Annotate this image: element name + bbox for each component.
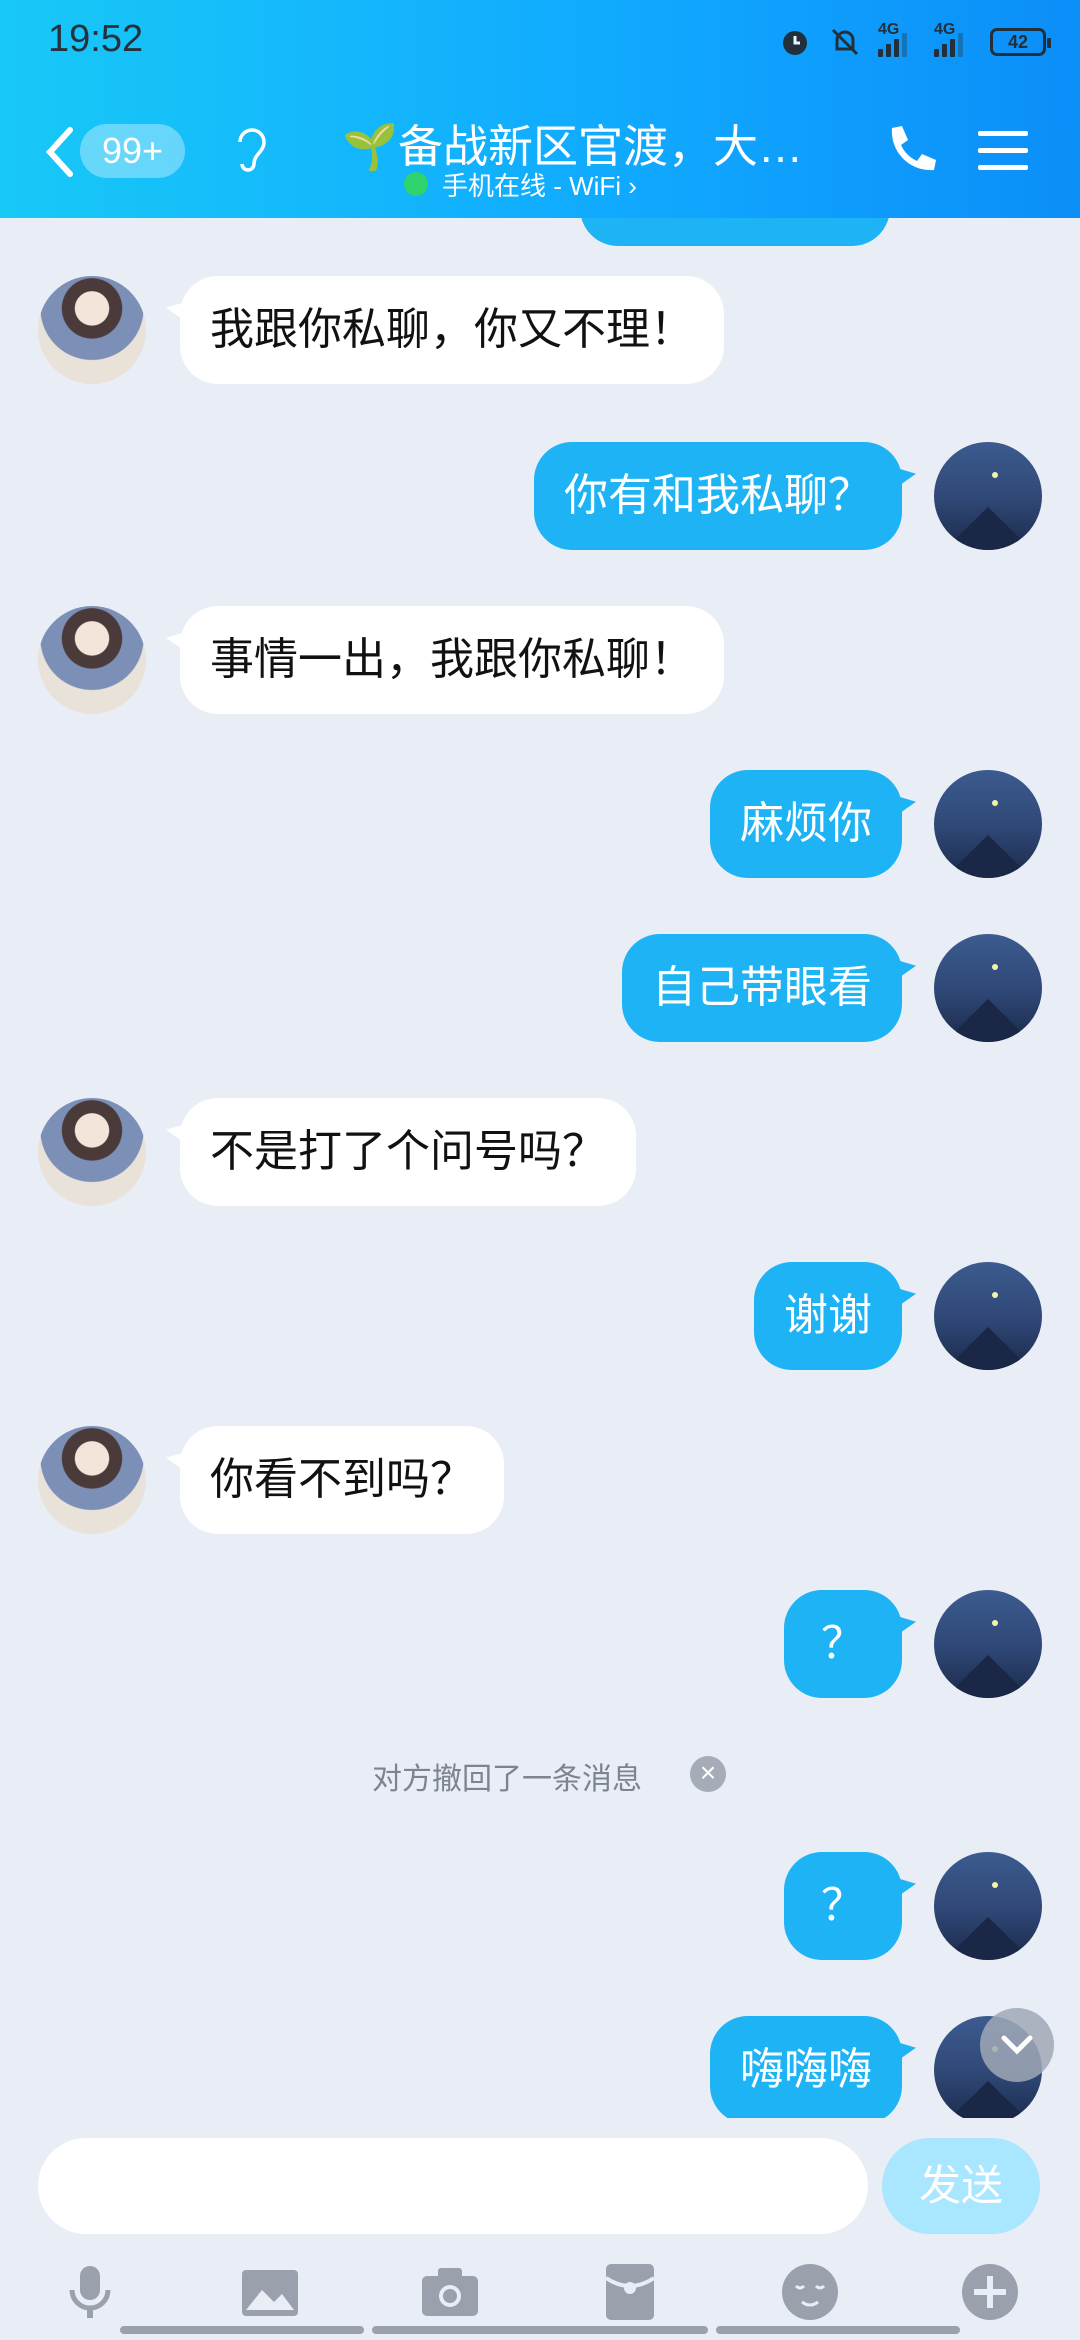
message-bubble-sent[interactable]: 嗨嗨嗨 [710, 2016, 902, 2118]
battery-icon: 42 [990, 28, 1051, 56]
image-icon[interactable] [238, 2260, 302, 2324]
online-status-dot [404, 172, 428, 196]
contact-avatar[interactable] [38, 606, 146, 714]
unread-count-badge[interactable]: 99+ [80, 124, 186, 178]
ear-icon[interactable] [230, 120, 270, 174]
message-bubble-partial [580, 218, 890, 246]
signal-icon: 4G [878, 21, 918, 57]
my-avatar[interactable] [934, 1262, 1042, 1370]
message-bubble-sent[interactable]: 麻烦你 [710, 770, 902, 878]
message-bubble-received[interactable]: 不是打了个问号吗？ [180, 1098, 636, 1206]
red-packet-icon[interactable] [598, 2260, 662, 2324]
my-avatar[interactable] [934, 770, 1042, 878]
online-status-text[interactable]: 手机在线 - WiFi › [442, 166, 637, 203]
composer: 发送 [0, 2118, 1080, 2340]
message-bubble-received[interactable]: 我跟你私聊，你又不理！ [180, 276, 724, 384]
contact-avatar[interactable] [38, 1098, 146, 1206]
my-avatar[interactable] [934, 1590, 1042, 1698]
chat-header: 19:52 4G 4G 42 99+ 🌱备战新区官渡，大佬带… 手机在线 - W… [0, 0, 1080, 218]
nav-gesture-bar [716, 2326, 960, 2334]
plus-icon[interactable] [958, 2260, 1022, 2324]
close-icon[interactable]: × [690, 1756, 726, 1792]
emoji-icon[interactable] [778, 2260, 842, 2324]
alarm-icon [783, 31, 807, 55]
nav-gesture-bar [372, 2326, 708, 2334]
signal-icon: 4G [934, 21, 974, 57]
send-button[interactable]: 发送 [882, 2138, 1040, 2234]
message-bubble-sent[interactable]: 谢谢 [754, 1262, 902, 1370]
my-avatar[interactable] [934, 934, 1042, 1042]
nav-gesture-bar [120, 2326, 364, 2334]
contact-avatar[interactable] [38, 276, 146, 384]
message-input[interactable] [38, 2138, 868, 2234]
message-bubble-received[interactable]: 你看不到吗？ [180, 1426, 504, 1534]
status-icons: 4G 4G 42 [778, 20, 1051, 64]
message-bubble-sent[interactable]: 自己带眼看 [622, 934, 902, 1042]
mute-bell-icon [831, 28, 859, 56]
my-avatar[interactable] [934, 442, 1042, 550]
camera-icon[interactable] [418, 2260, 482, 2324]
network-type-label: 4G [878, 21, 900, 38]
message-list[interactable]: 我跟你私聊，你又不理！ 你有和我私聊？ 事情一出，我跟你私聊！ 麻烦你 自己带眼… [0, 218, 1080, 2118]
menu-icon[interactable] [976, 128, 1030, 174]
scroll-to-bottom-button[interactable] [980, 2008, 1054, 2082]
back-icon[interactable] [40, 124, 80, 180]
chevron-down-icon [1001, 2035, 1033, 2055]
recall-notice: 对方撤回了一条消息 [372, 1763, 642, 1796]
status-bar: 19:52 4G 4G 42 [0, 0, 1080, 82]
nav-bar: 99+ 🌱备战新区官渡，大佬带… 手机在线 - WiFi › [0, 100, 1080, 210]
status-time: 19:52 [48, 18, 144, 60]
my-avatar[interactable] [934, 1852, 1042, 1960]
network-type-label: 4G [934, 21, 956, 38]
contact-avatar[interactable] [38, 1426, 146, 1534]
microphone-icon[interactable] [58, 2260, 122, 2324]
phone-icon[interactable] [880, 120, 936, 182]
message-bubble-sent[interactable]: ？ [784, 1590, 902, 1698]
composer-toolbar [0, 2260, 1080, 2330]
message-bubble-sent[interactable]: ？ [784, 1852, 902, 1960]
message-bubble-received[interactable]: 事情一出，我跟你私聊！ [180, 606, 724, 714]
message-bubble-sent[interactable]: 你有和我私聊？ [534, 442, 902, 550]
